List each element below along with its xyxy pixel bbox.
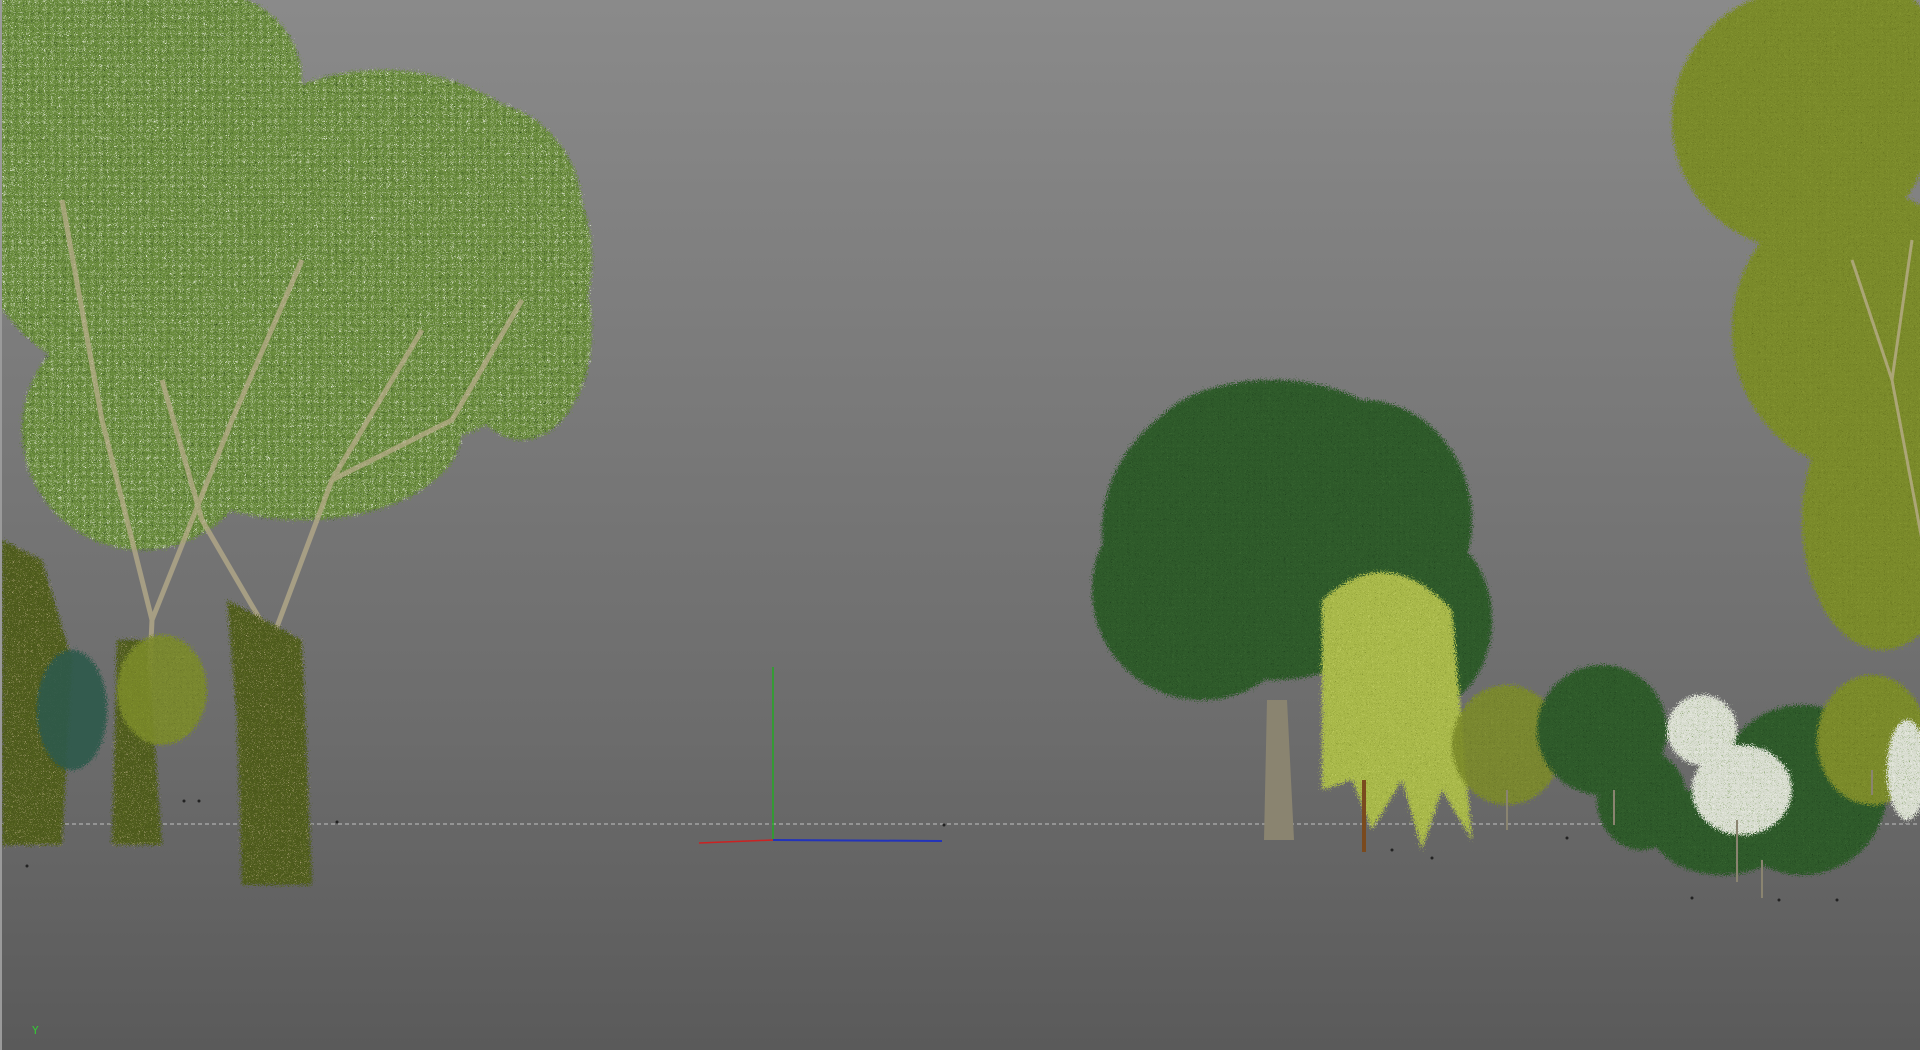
trees-right-row[interactable] — [1452, 665, 1920, 875]
view-axis-indicator-label: Y — [32, 1024, 39, 1037]
tree-olive-tall-right[interactable] — [1672, 0, 1920, 650]
3d-viewport[interactable]: Y — [0, 0, 1920, 1050]
scene-canvas[interactable] — [2, 0, 1920, 1050]
tree-willow[interactable] — [1322, 572, 1472, 850]
trunk-center-tree — [1264, 700, 1294, 840]
world-axis-gizmo-icon[interactable] — [698, 667, 943, 844]
